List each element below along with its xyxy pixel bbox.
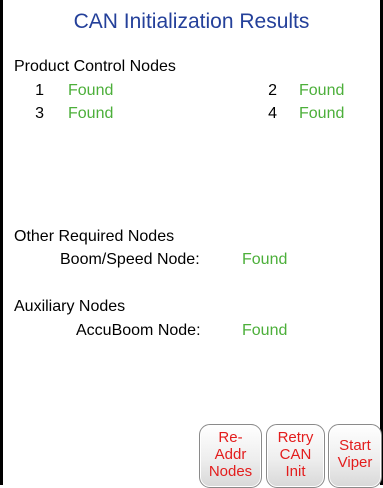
node-1-status: Found — [68, 82, 114, 99]
re-addr-nodes-label-line1: Re- — [218, 429, 243, 446]
re-addr-nodes-button[interactable]: Re- Addr Nodes — [199, 424, 262, 488]
start-viper-button[interactable]: Start Viper — [328, 424, 382, 488]
node-2-number: 2 — [268, 82, 277, 99]
retry-can-init-label-line2: CAN — [279, 446, 312, 463]
start-viper-label-line1: Start — [339, 437, 371, 454]
node-4-number: 4 — [268, 105, 277, 122]
node-3-status: Found — [68, 105, 114, 122]
node-2-status: Found — [299, 82, 345, 99]
accuboom-node-label: AccuBoom Node: — [76, 322, 201, 339]
page-title: CAN Initialization Results — [73, 10, 310, 33]
boom-speed-node-status: Found — [242, 251, 288, 268]
auxiliary-heading: Auxiliary Nodes — [14, 298, 126, 315]
retry-can-init-label-line3: Init — [285, 463, 306, 480]
node-3-number: 3 — [35, 105, 44, 122]
accuboom-node-status: Found — [242, 322, 288, 339]
boom-speed-node-label: Boom/Speed Node: — [60, 251, 200, 268]
product-control-heading: Product Control Nodes — [14, 58, 176, 75]
retry-can-init-label-line1: Retry — [277, 429, 314, 446]
start-viper-label-line2: Viper — [337, 454, 373, 471]
re-addr-nodes-label-line3: Nodes — [208, 463, 253, 480]
node-1-number: 1 — [35, 82, 44, 99]
re-addr-nodes-label-line2: Addr — [214, 446, 247, 463]
retry-can-init-button[interactable]: Retry CAN Init — [266, 424, 325, 488]
node-4-status: Found — [299, 105, 345, 122]
other-required-heading: Other Required Nodes — [14, 228, 175, 245]
